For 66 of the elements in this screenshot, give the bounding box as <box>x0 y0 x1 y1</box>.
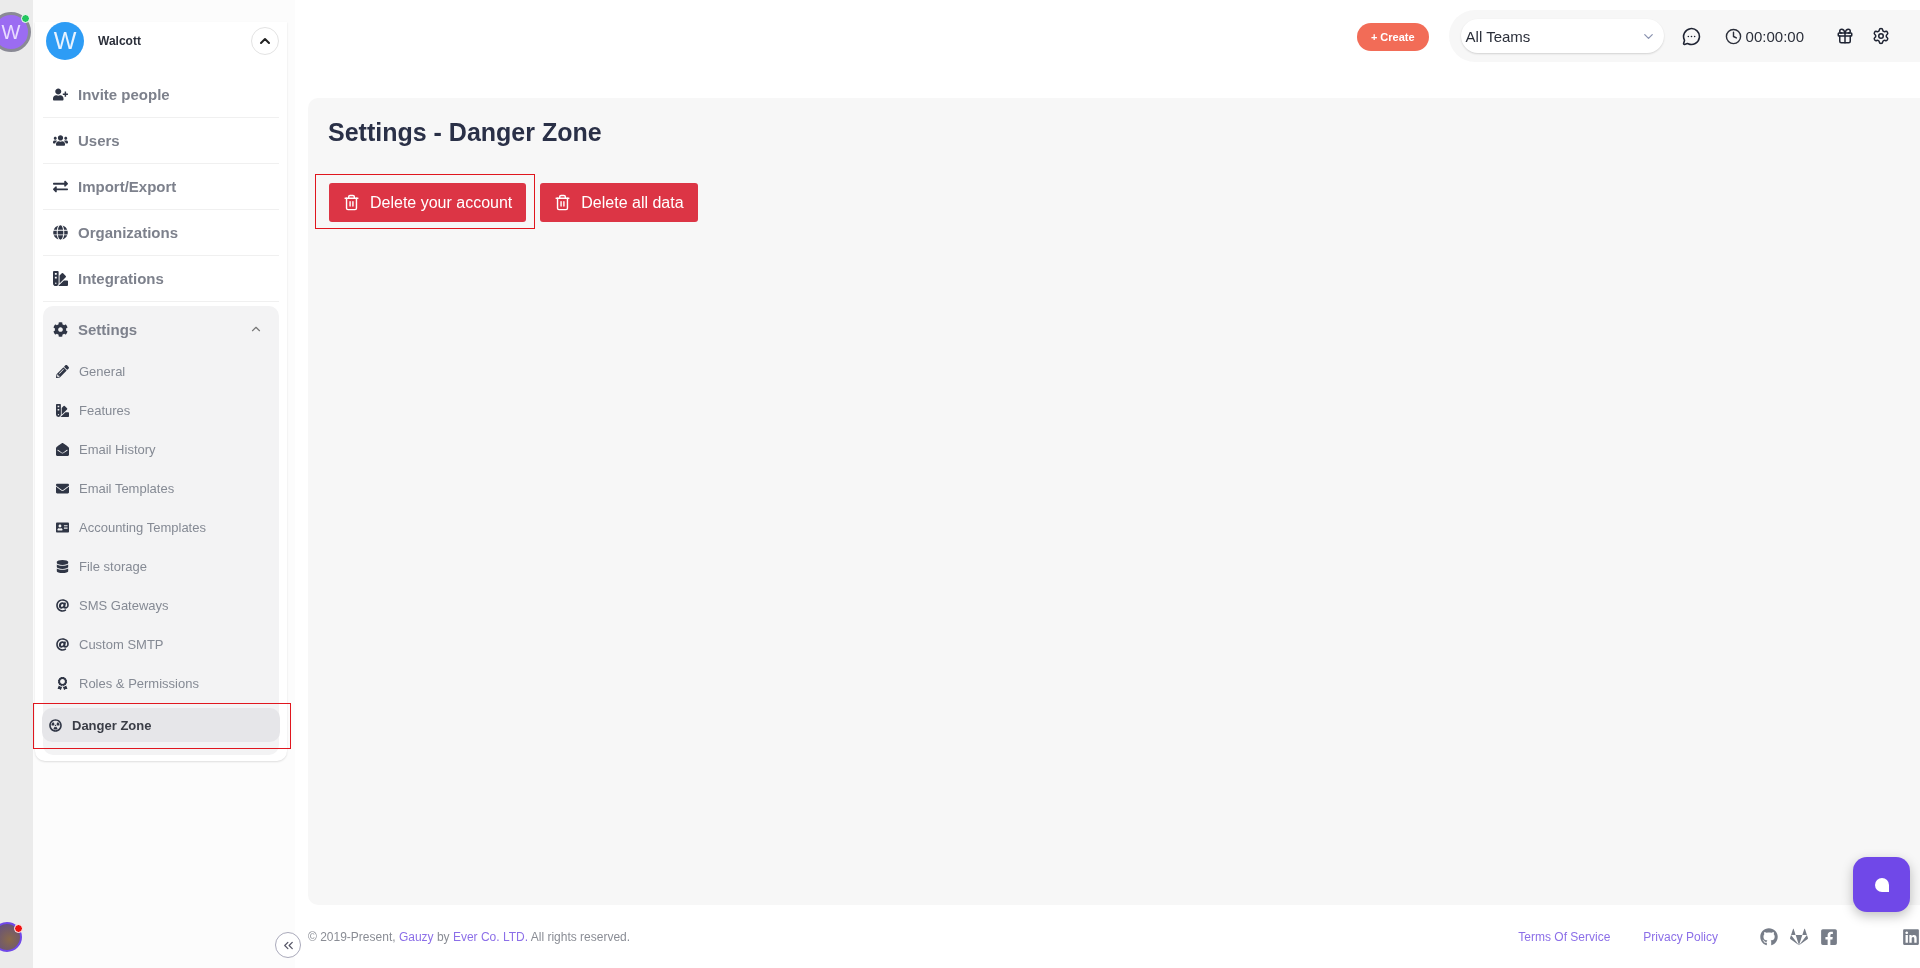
nav-label: Import/Export <box>78 178 177 195</box>
team-select[interactable]: All Teams <box>1460 19 1664 53</box>
trash-icon <box>343 194 360 211</box>
submenu-item[interactable]: Roles & Permissions <box>43 664 279 703</box>
gear-icon <box>53 321 68 337</box>
workspace-avatar[interactable]: W <box>0 12 31 52</box>
database-icon <box>56 560 69 573</box>
submenu-item[interactable]: Email Templates <box>43 469 279 508</box>
github-icon[interactable] <box>1760 927 1778 946</box>
footer-link[interactable]: Gauzy <box>398 929 434 944</box>
swatches-icon <box>53 271 68 286</box>
delete-button[interactable]: Delete your account <box>329 183 527 222</box>
users-icon <box>53 133 68 148</box>
workspace-avatar[interactable]: W <box>46 22 84 60</box>
submenu-item[interactable]: General <box>43 352 279 391</box>
radiation-icon <box>49 718 62 732</box>
expand-toggle[interactable] <box>251 27 279 55</box>
trash-icon <box>554 194 572 211</box>
chat-button[interactable] <box>1853 857 1910 912</box>
create-button[interactable]: + Create <box>1356 23 1429 51</box>
submenu-item[interactable]: SMS Gateways <box>43 586 279 625</box>
workspace-name: Walcott <box>98 34 142 48</box>
submenu-item[interactable]: Danger Zone <box>42 708 280 742</box>
award-icon <box>56 677 69 690</box>
chat-icon[interactable] <box>1681 26 1701 46</box>
collapse-button[interactable] <box>275 932 301 958</box>
clock-icon <box>1724 27 1742 45</box>
nav-label: Users <box>78 132 120 149</box>
submenu-item[interactable]: Custom SMTP <box>43 625 279 664</box>
nav-label: Integrations <box>78 270 164 287</box>
timer[interactable]: 00:00:00 <box>1724 27 1804 45</box>
submenu-item[interactable]: File storage <box>43 547 279 586</box>
arrows-icon <box>53 179 68 194</box>
settings-icon[interactable] <box>1872 27 1890 45</box>
nav-item[interactable]: Import/Export <box>43 164 279 210</box>
copyright-text: © 2019-Present, Gauzy by Ever Co. LTD. All rights reserved. <box>308 929 632 944</box>
footer-link[interactable]: Ever Co. LTD. <box>452 929 529 944</box>
submenu-item[interactable]: Accounting Templates <box>43 508 279 547</box>
swatches-icon <box>56 404 69 417</box>
at-icon <box>56 638 69 651</box>
envelope-icon <box>56 443 69 456</box>
linkedin-icon[interactable] <box>1902 927 1920 946</box>
page-title: Settings - Danger Zone <box>328 118 603 147</box>
facebook-icon[interactable] <box>1820 927 1838 946</box>
globe-icon <box>53 225 68 240</box>
nav-item[interactable]: Organizations <box>43 210 279 256</box>
envelope-icon <box>56 482 69 495</box>
at-icon <box>56 599 69 612</box>
nav-item[interactable]: Settings <box>43 306 279 352</box>
pencil-icon <box>56 365 69 378</box>
chat-bubble-icon <box>1872 875 1891 894</box>
user-plus-icon <box>53 87 68 102</box>
nav-item[interactable]: Invite people <box>43 72 279 118</box>
gift-icon[interactable] <box>1836 27 1854 45</box>
nav-label: Invite people <box>78 86 170 103</box>
submenu-item[interactable]: Email History <box>43 430 279 469</box>
user-avatar[interactable] <box>0 922 22 952</box>
nav-item[interactable]: Users <box>43 118 279 164</box>
fox-icon[interactable] <box>1790 927 1808 946</box>
nav-item[interactable]: Integrations <box>43 256 279 302</box>
footer-link[interactable]: Terms Of Service <box>1518 929 1611 944</box>
nav-label: Organizations <box>78 224 178 241</box>
footer-link[interactable]: Privacy Policy <box>1643 929 1718 944</box>
id-card-icon <box>56 521 69 534</box>
submenu-item[interactable]: Features <box>43 391 279 430</box>
delete-button[interactable]: Delete all data <box>540 183 698 222</box>
